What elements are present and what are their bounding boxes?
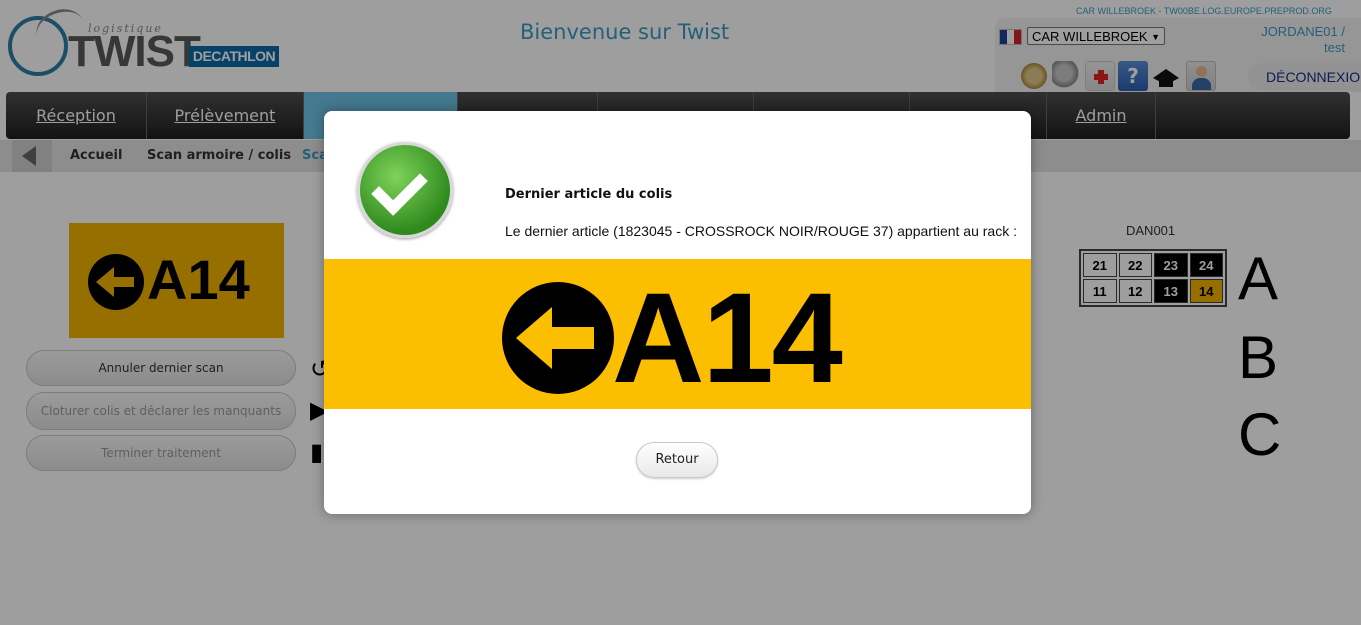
- checkmark-icon: [357, 142, 453, 238]
- retour-button[interactable]: Retour: [636, 442, 718, 478]
- location-banner: A14: [324, 259, 1031, 409]
- banner-location-code: A14: [612, 267, 843, 410]
- last-item-dialog: Dernier article du colis Le dernier arti…: [324, 111, 1031, 514]
- big-left-arrow-icon: [502, 282, 614, 394]
- dialog-message: Le dernier article (1823045 - CROSSROCK …: [505, 223, 1017, 239]
- dialog-title: Dernier article du colis: [505, 187, 673, 202]
